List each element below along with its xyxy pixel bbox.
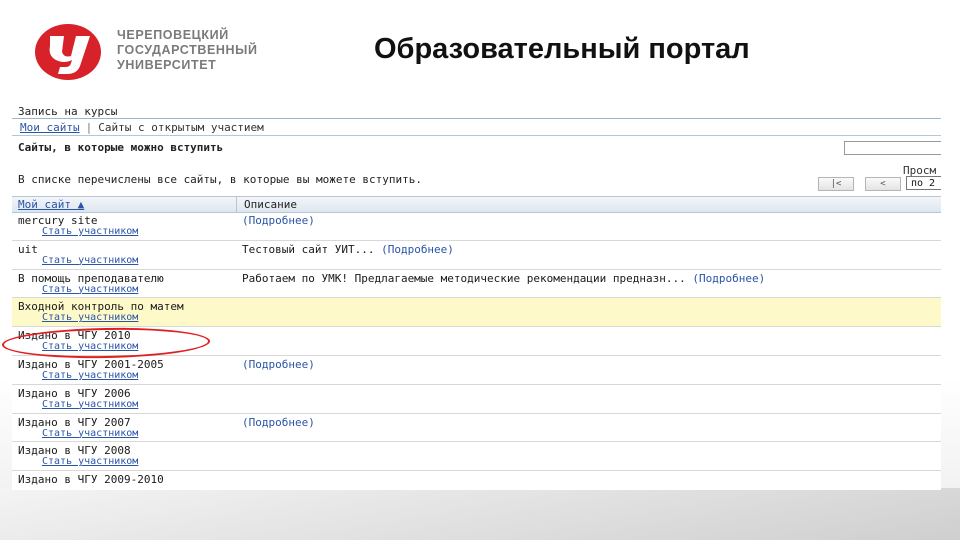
table-header: Мой сайт ▲ Описание — [12, 196, 941, 213]
table-row: Издано в ЧГУ 2009-2010 — [12, 471, 941, 490]
pager-first-button[interactable]: |< — [818, 177, 854, 191]
site-description: Тестовый сайт УИТ... (Подробнее) — [242, 243, 454, 256]
table-row: Издано в ЧГУ 2006 Стать участником — [12, 385, 941, 414]
university-line-2: ГОСУДАРСТВЕННЫЙ — [117, 43, 258, 57]
more-details-link[interactable]: (Подробнее) — [242, 214, 315, 227]
tab-open-sites[interactable]: Сайты с открытым участием — [98, 121, 264, 134]
join-site-link[interactable]: Стать участником — [42, 284, 138, 295]
more-details-link[interactable]: (Подробнее) — [692, 272, 765, 285]
join-site-link[interactable]: Стать участником — [42, 370, 138, 381]
table-row: mercury site Стать участником (Подробнее) — [12, 212, 941, 241]
divider — [12, 135, 941, 136]
table-row: Издано в ЧГУ 2007 Стать участником (Подроб… — [12, 414, 941, 443]
university-name: ЧЕРЕПОВЕЦКИЙ ГОСУДАРСТВЕННЫЙ УНИВЕРСИТЕТ — [117, 28, 258, 73]
slide-bottom-band — [0, 488, 960, 540]
tab-separator: | — [85, 121, 93, 134]
join-site-link[interactable]: Стать участником — [42, 428, 138, 439]
divider — [236, 197, 237, 212]
join-site-link[interactable]: Стать участником — [42, 456, 138, 467]
table-row: В помощь преподавателю Стать участником Ра… — [12, 270, 941, 299]
more-details-link[interactable]: (Подробнее) — [242, 416, 315, 429]
tab-bar: Мои сайты | Сайты с открытым участием — [20, 121, 264, 134]
table-row: Издано в ЧГУ 2008 Стать участником — [12, 442, 941, 472]
search-input[interactable] — [844, 141, 941, 155]
more-details-link[interactable]: (Подробнее) — [242, 358, 315, 371]
column-header-description: Описание — [244, 198, 297, 211]
portlet-title: Запись на курсы — [18, 105, 118, 118]
table-row: Входной контроль по матем Стать участнико… — [12, 298, 941, 328]
site-description: (Подробнее) — [242, 416, 315, 429]
join-site-link[interactable]: Стать участником — [42, 255, 138, 266]
portal-screenshot: Запись на курсы Мои сайты | Сайты с открыт… — [12, 100, 941, 490]
site-description: (Подробнее) — [242, 214, 315, 227]
university-line-3: УНИВЕРСИТЕТ — [117, 58, 217, 72]
intro-text: В списке перечислены все сайты, в которы… — [18, 173, 422, 186]
site-description: (Подробнее) — [242, 358, 315, 371]
site-name: uit — [18, 242, 38, 256]
description-text: Тестовый сайт УИТ... — [242, 242, 375, 256]
divider — [12, 118, 941, 119]
table-row: Издано в ЧГУ 2001-2005 Стать участником (П… — [12, 356, 941, 385]
site-name: Издано в ЧГУ 2009-2010 — [18, 473, 164, 487]
tab-my-sites[interactable]: Мои сайты — [20, 121, 80, 134]
university-logo-icon — [35, 24, 101, 80]
join-site-link[interactable]: Стать участником — [42, 226, 138, 237]
more-details-link[interactable]: (Подробнее) — [381, 243, 454, 256]
join-site-link[interactable]: Стать участником — [42, 312, 138, 323]
table-row: uit Стать участником Тестовый сайт УИТ... … — [12, 241, 941, 270]
university-line-1: ЧЕРЕПОВЕЦКИЙ — [117, 28, 229, 42]
column-header-site[interactable]: Мой сайт ▲ — [18, 198, 84, 211]
site-description: Работаем по УМК! Предлагаемые методическ… — [242, 272, 765, 285]
section-heading: Сайты, в которые можно вступить — [18, 141, 224, 154]
page-size-select[interactable]: по 2 — [906, 176, 941, 190]
slide-title: Образовательный портал — [374, 33, 750, 65]
pager-prev-button[interactable]: < — [865, 177, 901, 191]
join-site-link[interactable]: Стать участником — [42, 399, 138, 410]
description-text: Работаем по УМК! Предлагаемые методическ… — [242, 271, 686, 285]
